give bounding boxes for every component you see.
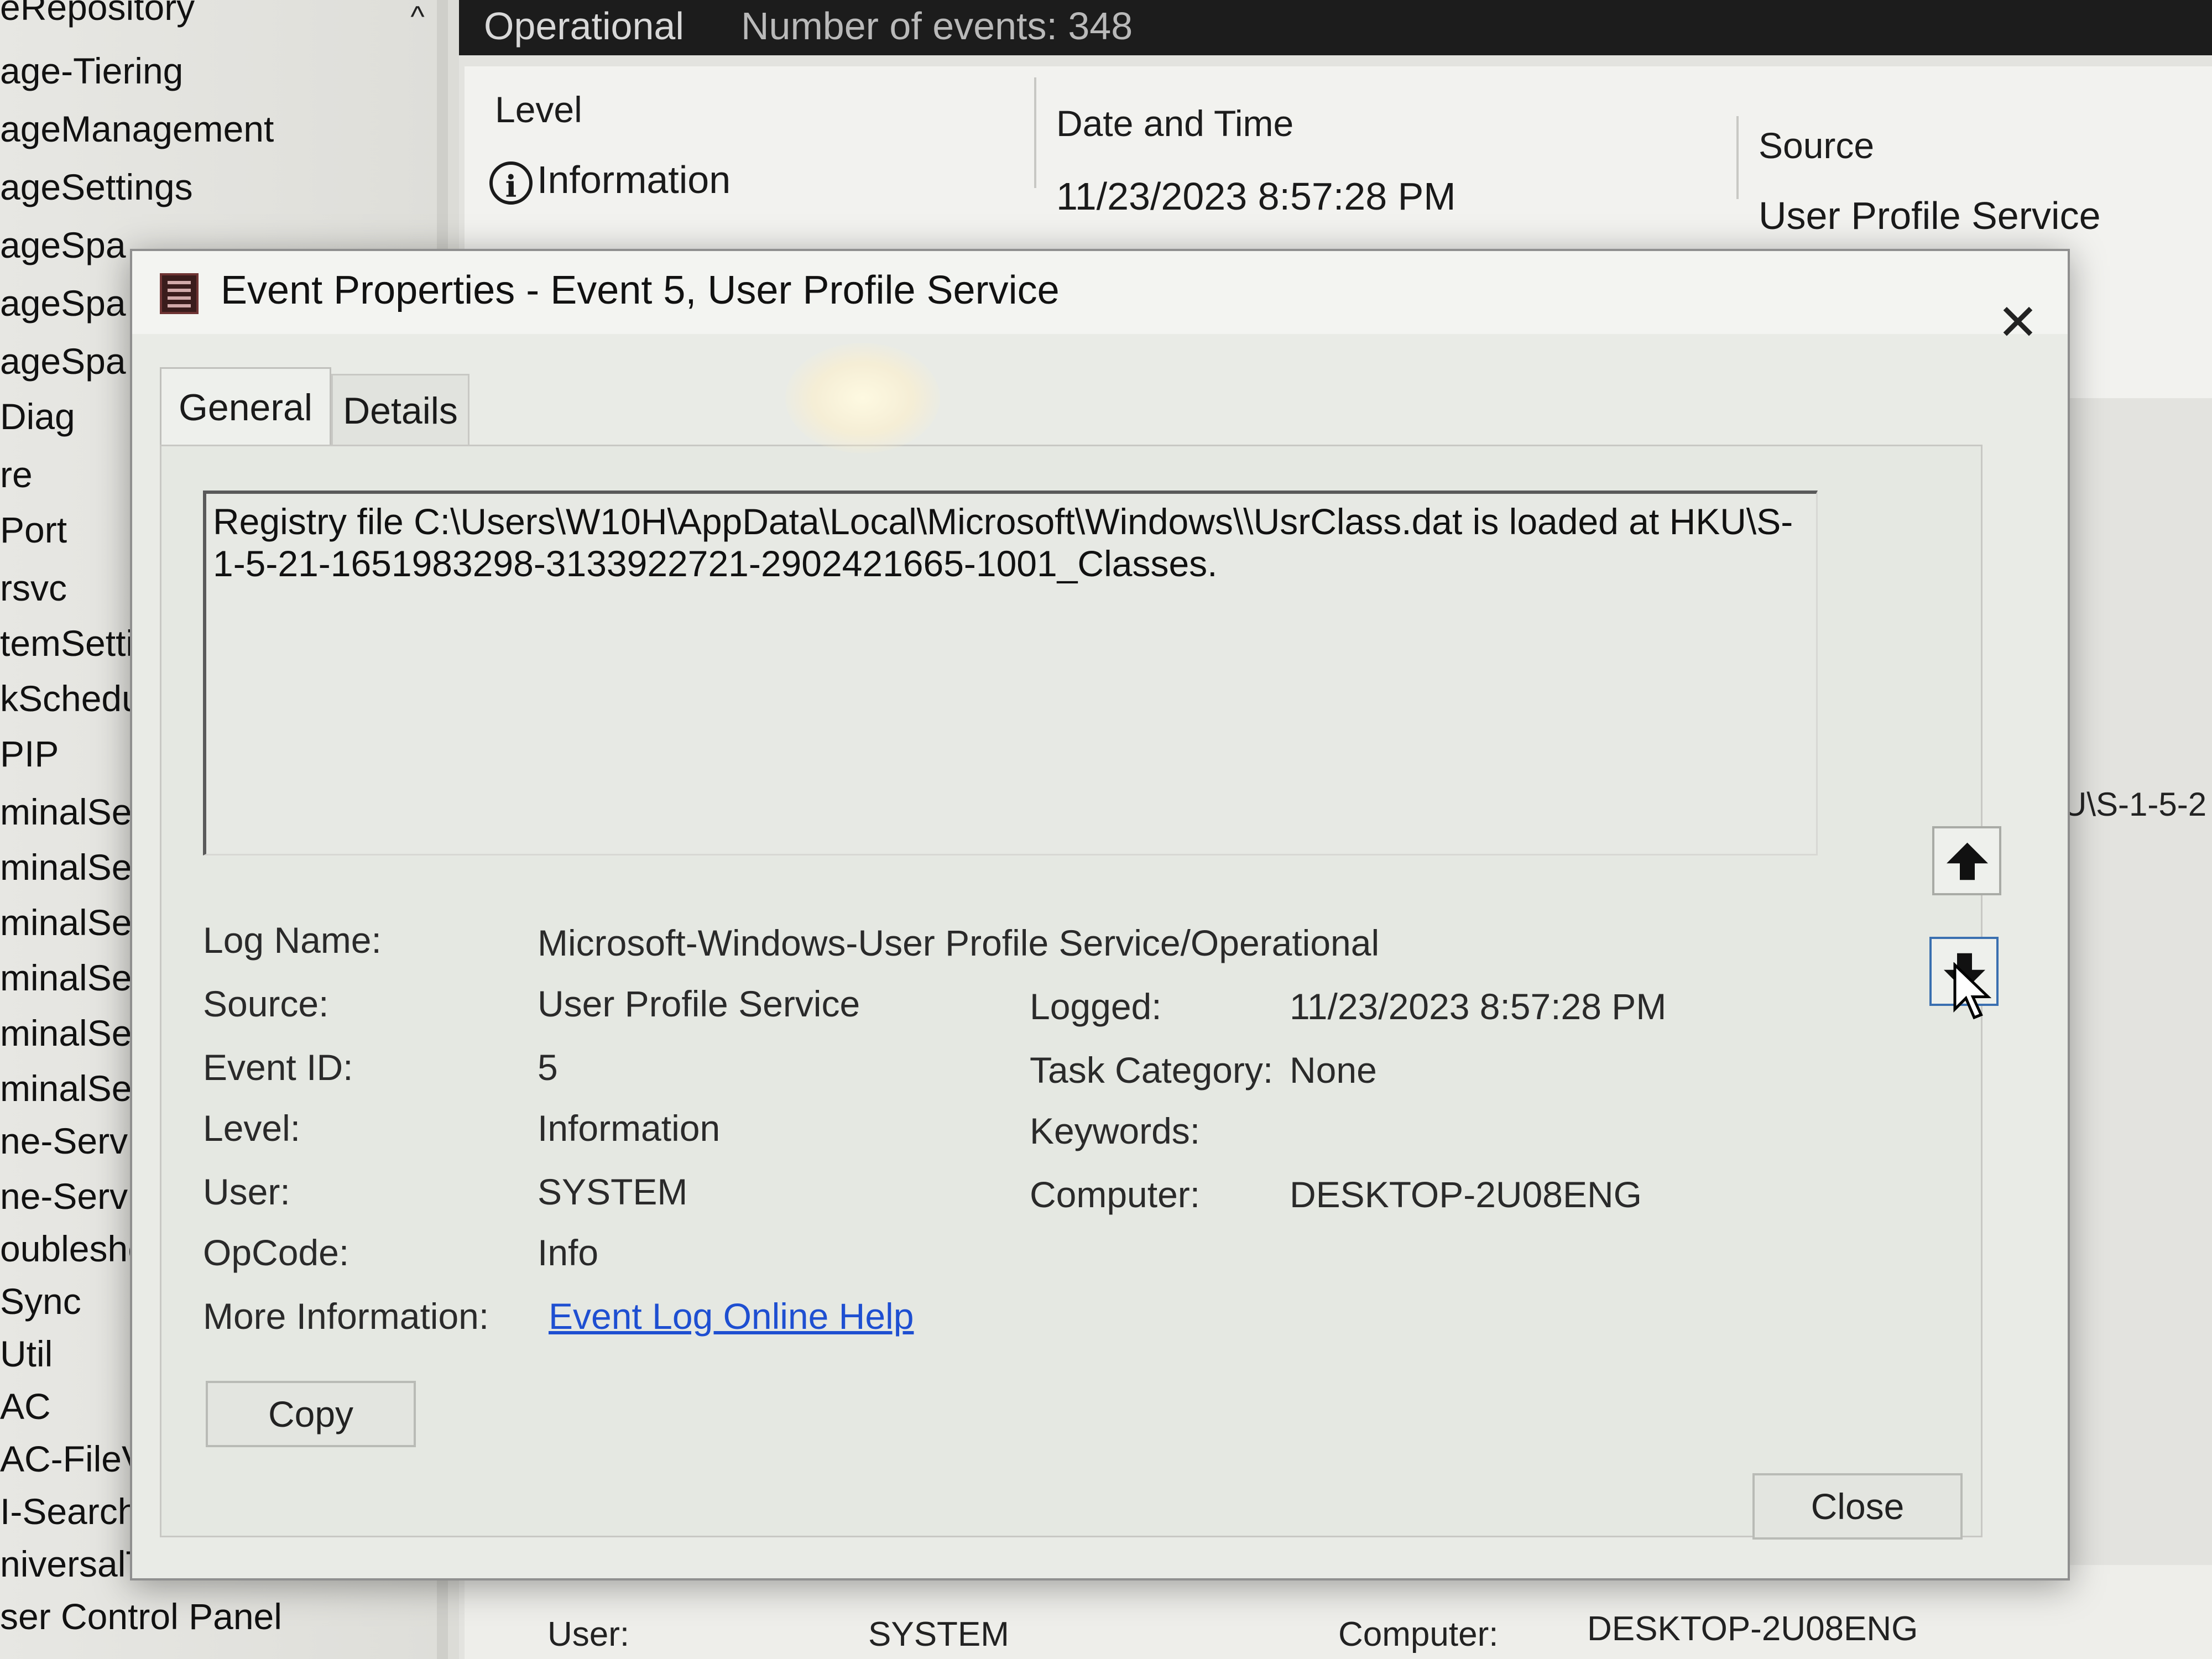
- row-level: Information: [537, 158, 731, 201]
- tree-item[interactable]: Port: [0, 509, 67, 551]
- task-category-value: None: [1290, 1050, 1377, 1091]
- level-label: Level:: [203, 1108, 301, 1149]
- screen-glare: [785, 343, 940, 453]
- event-message-box[interactable]: Registry file C:\Users\W10H\AppData\Loca…: [203, 491, 1818, 855]
- source-label: Source:: [203, 983, 329, 1024]
- row-source: User Profile Service: [1759, 194, 2101, 237]
- icon-line: [168, 296, 191, 300]
- tree-item[interactable]: minalSer: [0, 957, 144, 999]
- tree-item[interactable]: ageManagement: [0, 108, 274, 150]
- column-header-datetime[interactable]: Date and Time: [1056, 102, 1293, 144]
- tree-item[interactable]: eRepository: [0, 0, 195, 28]
- icon-line: [168, 281, 191, 284]
- event-properties-dialog: Event Properties - Event 5, User Profile…: [130, 249, 2070, 1580]
- row-datetime: 11/23/2023 8:57:28 PM: [1056, 175, 1456, 218]
- tree-item[interactable]: minalSer: [0, 1067, 144, 1109]
- tree-item[interactable]: PIP: [0, 733, 59, 775]
- event-log-icon: [160, 273, 199, 314]
- tree-item[interactable]: ageSpa: [0, 340, 126, 382]
- user-value: SYSTEM: [538, 1171, 688, 1212]
- log-name-value: Microsoft-Windows-User Profile Service/O…: [538, 922, 1380, 963]
- preview-computer-label: Computer:: [1338, 1615, 1499, 1653]
- level-value: Information: [538, 1108, 721, 1149]
- dialog-title: Event Properties - Event 5, User Profile…: [221, 268, 1060, 312]
- column-header-source[interactable]: Source: [1759, 124, 1874, 166]
- tree-item[interactable]: ser Control Panel: [0, 1595, 282, 1637]
- tree-item[interactable]: temSetti: [0, 622, 134, 664]
- information-icon: i: [489, 161, 533, 205]
- tree-item[interactable]: minalSer: [0, 1012, 144, 1054]
- opcode-label: OpCode:: [203, 1232, 349, 1273]
- source-value: User Profile Service: [538, 983, 860, 1024]
- column-divider[interactable]: [1736, 116, 1739, 199]
- computer-label: Computer:: [1030, 1174, 1201, 1215]
- tree-item[interactable]: minalSer: [0, 846, 144, 888]
- copy-button[interactable]: Copy: [206, 1381, 416, 1447]
- tree-item[interactable]: re: [0, 453, 33, 495]
- log-name-label: Log Name:: [203, 920, 382, 961]
- tree-item[interactable]: AC: [0, 1385, 51, 1427]
- column-header-level[interactable]: Level: [495, 88, 582, 131]
- tree-item[interactable]: ageSpa: [0, 224, 126, 266]
- event-id-label: Event ID:: [203, 1047, 353, 1088]
- logged-value: 11/23/2023 8:57:28 PM: [1290, 986, 1667, 1027]
- previous-event-button[interactable]: [1932, 826, 2001, 895]
- arrow-up-icon: [1947, 842, 1988, 880]
- event-log-online-help-link[interactable]: Event Log Online Help: [549, 1296, 914, 1337]
- tab-details[interactable]: Details: [331, 374, 469, 445]
- tree-item[interactable]: minalSer: [0, 791, 144, 833]
- tree-item[interactable]: I-Search: [0, 1490, 138, 1532]
- mouse-cursor-icon: [1953, 962, 1992, 1020]
- general-panel: Registry file C:\Users\W10H\AppData\Loca…: [160, 445, 1983, 1537]
- column-divider[interactable]: [1034, 77, 1036, 188]
- keywords-label: Keywords:: [1030, 1110, 1201, 1151]
- collapse-icon[interactable]: ^: [401, 0, 434, 33]
- log-name: Operational: [484, 4, 684, 48]
- tree-item[interactable]: age-Tiering: [0, 50, 183, 92]
- tree-item[interactable]: kSchedu: [0, 677, 142, 719]
- tree-item[interactable]: ageSettings: [0, 166, 193, 208]
- computer-value: DESKTOP-2U08ENG: [1290, 1174, 1642, 1215]
- tree-item[interactable]: rsvc: [0, 567, 67, 609]
- event-message: Registry file C:\Users\W10H\AppData\Loca…: [213, 501, 1793, 584]
- event-id-value: 5: [538, 1047, 558, 1088]
- icon-line: [168, 289, 191, 292]
- logged-label: Logged:: [1030, 986, 1162, 1027]
- task-category-label: Task Category:: [1030, 1050, 1274, 1091]
- table-row[interactable]: i Information: [489, 158, 731, 205]
- opcode-value: Info: [538, 1232, 599, 1273]
- tree-item[interactable]: Sync: [0, 1280, 81, 1322]
- event-count: Number of events: 348: [741, 4, 1133, 48]
- tree-item[interactable]: ageSpa: [0, 282, 126, 324]
- more-information-label: More Information:: [203, 1296, 489, 1337]
- preview-user-label: User:: [547, 1615, 630, 1653]
- more-information-value: Event Log Online Help: [549, 1295, 914, 1337]
- close-button[interactable]: Close: [1752, 1473, 1963, 1540]
- tree-item[interactable]: Diag: [0, 395, 75, 437]
- tab-general[interactable]: General: [160, 367, 331, 445]
- log-header: Operational Number of events: 348: [459, 0, 2212, 55]
- dialog-titlebar[interactable]: Event Properties - Event 5, User Profile…: [132, 251, 2068, 348]
- user-label: User:: [203, 1171, 290, 1212]
- icon-line: [168, 304, 191, 307]
- preview-user-value: SYSTEM: [868, 1615, 1009, 1653]
- close-icon[interactable]: ✕: [1996, 298, 2040, 348]
- tree-item[interactable]: Util: [0, 1333, 53, 1375]
- tree-item[interactable]: minalSer: [0, 901, 144, 943]
- preview-computer-value: DESKTOP-2U08ENG: [1587, 1610, 1918, 1648]
